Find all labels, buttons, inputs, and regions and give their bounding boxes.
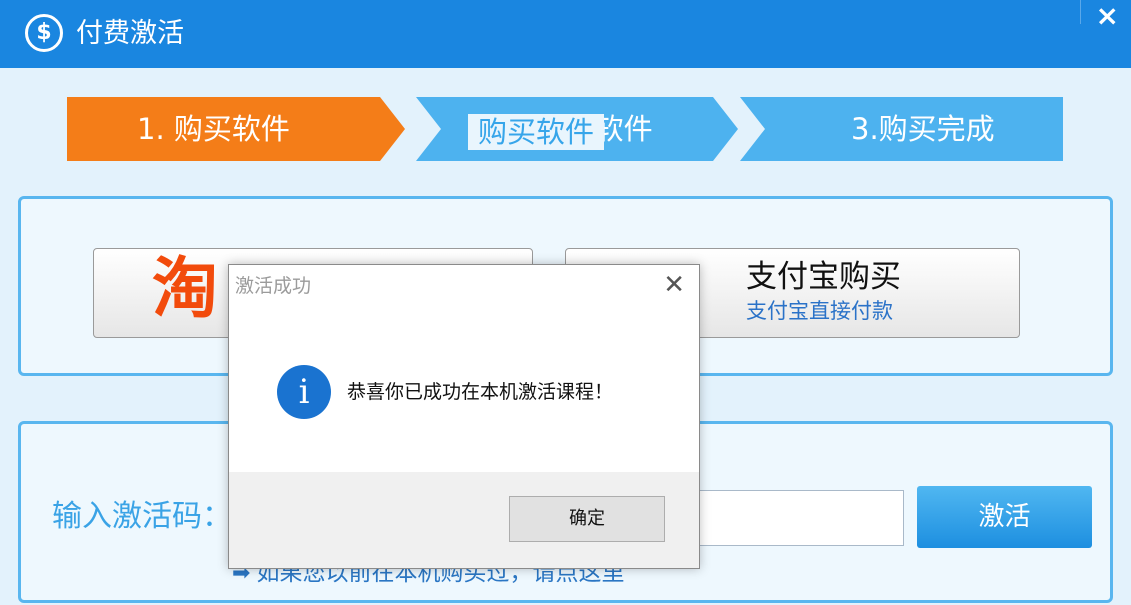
dialog-footer: 确定: [229, 472, 699, 568]
activation-code-label: 输入激活码：: [52, 499, 232, 534]
alipay-subtitle: 支付宝直接付款: [746, 299, 893, 323]
step-1-label: 1. 购买软件: [137, 112, 290, 146]
activate-button[interactable]: 激活: [917, 486, 1092, 548]
activation-code-input[interactable]: [690, 490, 904, 546]
alipay-title: 支付宝购买: [746, 259, 901, 295]
taobao-logo-icon: 淘: [152, 250, 218, 327]
dialog-ok-button[interactable]: 确定: [509, 496, 665, 542]
dialog-message: 恭喜你已成功在本机激活课程！: [347, 381, 614, 403]
activation-success-dialog: 激活成功 ✕ i 恭喜你已成功在本机激活课程！ 确定: [228, 264, 700, 569]
buy-panel-title: 购买软件: [468, 114, 605, 150]
step-3-label: 3.购买完成: [851, 112, 995, 146]
dialog-close-button[interactable]: ✕: [663, 271, 685, 299]
dialog-title: 激活成功: [235, 275, 312, 297]
info-icon: i: [277, 365, 331, 419]
